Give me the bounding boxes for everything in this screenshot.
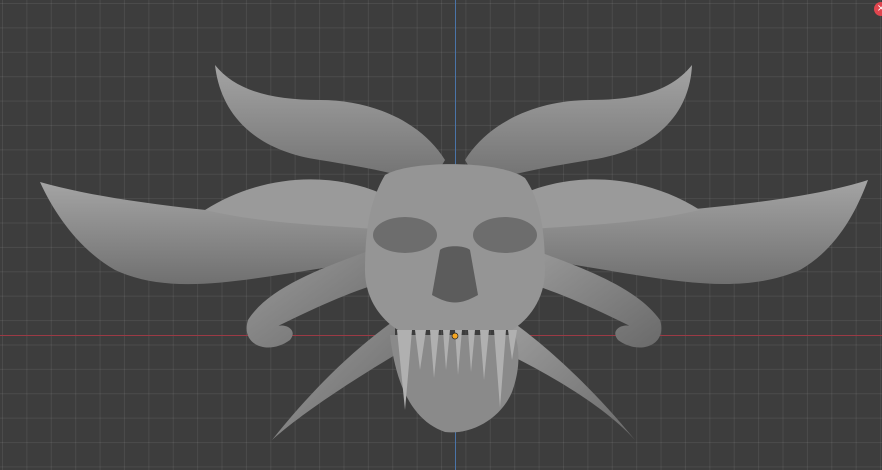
- lower-right-horn: [510, 320, 635, 440]
- right-eye-socket: [473, 217, 537, 253]
- top-right-horn: [465, 65, 692, 185]
- top-left-horn: [215, 65, 445, 185]
- origin-dot: [451, 332, 459, 340]
- close-icon[interactable]: ×: [874, 2, 882, 16]
- skull-model[interactable]: [0, 0, 882, 470]
- 3d-viewport[interactable]: ×: [0, 0, 882, 470]
- left-eye-socket: [373, 217, 437, 253]
